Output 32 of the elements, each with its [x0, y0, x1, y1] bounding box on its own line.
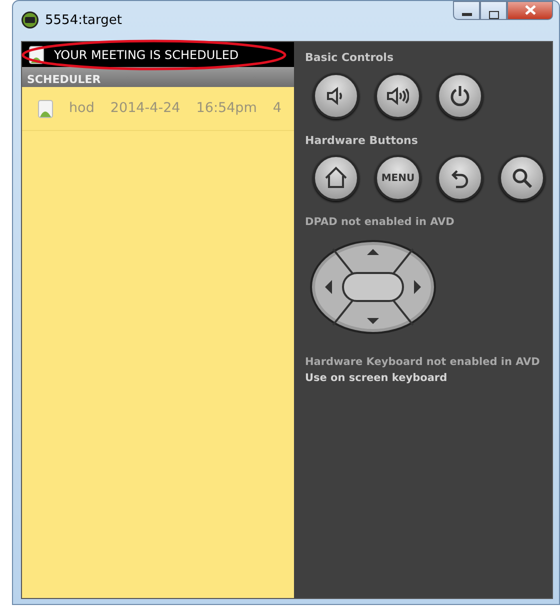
dpad-status-text: DPAD not enabled in AVD: [305, 215, 456, 230]
search-button[interactable]: [499, 155, 545, 201]
row-text: 16:54pm: [196, 99, 257, 118]
keyboard-hint: Use on screen keyboard: [305, 370, 448, 386]
section-label: Basic Controls: [305, 50, 394, 66]
power-button[interactable]: [437, 72, 483, 118]
section-label: Hardware Buttons: [305, 132, 419, 148]
volume-down-button[interactable]: [313, 72, 359, 118]
search-icon: [511, 167, 533, 189]
volume-up-button[interactable]: [375, 72, 421, 118]
keyboard-status-text: Hardware Keyboard not enabled in AVD: [305, 354, 541, 370]
row-text: 2014-4-24: [110, 99, 180, 118]
minimize-icon: [462, 12, 472, 17]
close-icon: [524, 5, 536, 16]
maximize-icon: [488, 10, 498, 19]
home-icon: [324, 166, 348, 190]
close-button[interactable]: [507, 1, 553, 20]
power-icon: [449, 84, 471, 106]
row-text: hod: [69, 99, 94, 118]
maximize-button[interactable]: [480, 1, 507, 20]
app-title: SCHEDULER: [27, 72, 102, 87]
home-button[interactable]: [313, 155, 359, 201]
android-icon: [38, 100, 53, 118]
minimize-button[interactable]: [453, 1, 480, 20]
emulator-icon: [21, 11, 39, 29]
volume-up-icon: [387, 84, 409, 106]
row-text: 4: [272, 99, 282, 118]
back-icon: [449, 167, 471, 189]
notification-text: YOUR MEETING IS SCHEDULED: [54, 46, 239, 64]
back-button[interactable]: [437, 155, 483, 201]
window-title: 5554:target: [45, 12, 122, 30]
menu-button[interactable]: MENU: [375, 155, 421, 201]
